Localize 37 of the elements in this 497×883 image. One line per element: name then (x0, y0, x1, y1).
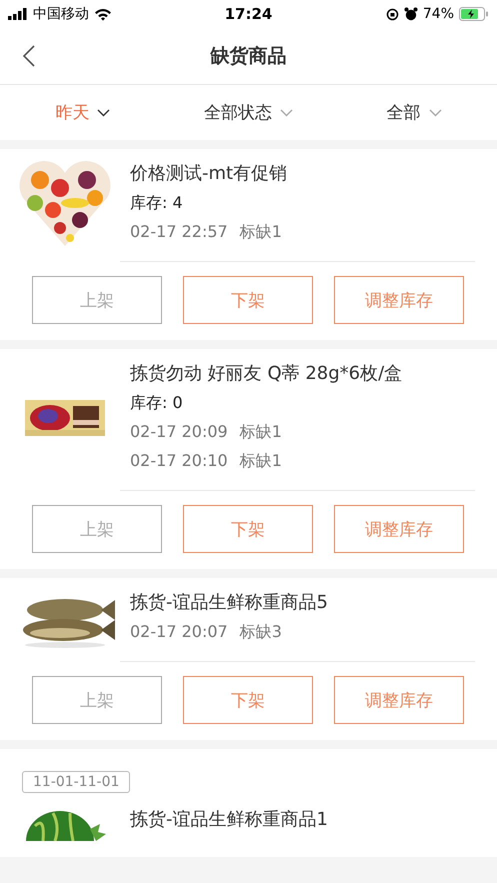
shortage-mark: 标缺1 (240, 422, 282, 443)
product-name: 拣货-谊品生鲜称重商品5 (130, 591, 328, 614)
stock-count: 库存: 4 (130, 193, 184, 214)
action-button[interactable]: 下架 (183, 276, 313, 324)
caret-icon (280, 108, 293, 116)
product-name: 拣货勿动 好丽友 Q蒂 28g*6枚/盒 (130, 362, 402, 385)
battery-percent: 74% (422, 6, 454, 22)
filter-dropdown[interactable]: 全部状态 (166, 85, 332, 140)
rotation-lock-icon (386, 8, 399, 20)
clock-time: 17:24 (224, 5, 272, 23)
product-name: 拣货-谊品生鲜称重商品1 (130, 808, 328, 831)
caret-icon (428, 108, 442, 116)
record-time: 02-17 22:57 (130, 222, 228, 243)
filter-dropdown[interactable]: 全部 (331, 85, 497, 140)
action-button[interactable]: 调整库存 (334, 276, 464, 324)
signal-icon (8, 8, 28, 20)
action-button[interactable]: 调整库存 (334, 676, 464, 724)
action-button[interactable]: 下架 (183, 676, 313, 724)
shortage-mark: 标缺1 (240, 222, 282, 243)
filter-dropdown[interactable]: 昨天 (0, 85, 166, 140)
wifi-icon (94, 8, 112, 20)
record-time: 02-17 20:07 (130, 622, 228, 643)
shortage-mark: 标缺1 (240, 451, 282, 472)
record-time: 02-17 20:10 (130, 451, 228, 472)
carrier-name: 中国移动 (33, 5, 89, 23)
alarm-icon (404, 7, 418, 21)
action-button[interactable]: 下架 (183, 505, 313, 553)
shortage-mark: 标缺3 (240, 622, 282, 643)
back-button[interactable] (22, 44, 36, 68)
product-name: 价格测试-mt有促销 (130, 162, 288, 185)
stock-count: 库存: 0 (130, 393, 184, 414)
caret-icon (97, 108, 110, 116)
battery-icon (459, 7, 489, 21)
page-title: 缺货商品 (210, 44, 286, 69)
record-time: 02-17 20:09 (130, 422, 228, 443)
action-button[interactable]: 调整库存 (334, 505, 464, 553)
date-tag: 11-01-11-01 (22, 771, 130, 793)
